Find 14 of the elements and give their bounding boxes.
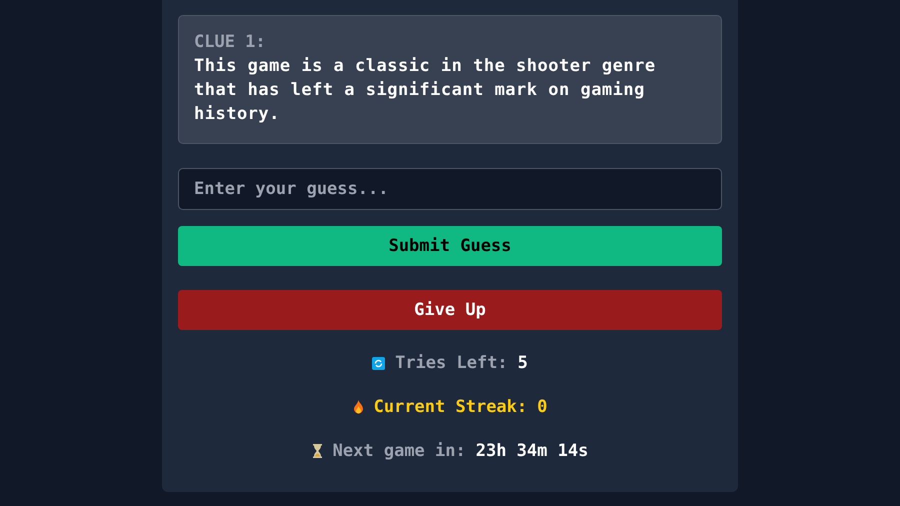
stat-label: Next game in:: [332, 440, 466, 462]
submit-button[interactable]: Submit Guess: [178, 226, 722, 266]
stat-value: 23h 34m 14s: [476, 440, 588, 462]
flame-icon: [352, 400, 364, 414]
stat-label: Current Streak:: [374, 396, 528, 418]
hourglass-icon: [312, 444, 323, 458]
stat-value: 0: [537, 396, 548, 418]
refresh-icon: [372, 356, 386, 370]
stat-label: Tries Left:: [395, 352, 508, 374]
guess-input[interactable]: Enter your guess...: [178, 168, 722, 210]
clue-text: This game is a classic in the shooter genre that has left a significant mark on gaming history.: [194, 55, 657, 126]
clue-label: CLUE 1:: [194, 31, 267, 54]
give-up-button[interactable]: Give Up: [178, 290, 722, 330]
stat-value: 5: [518, 352, 528, 374]
